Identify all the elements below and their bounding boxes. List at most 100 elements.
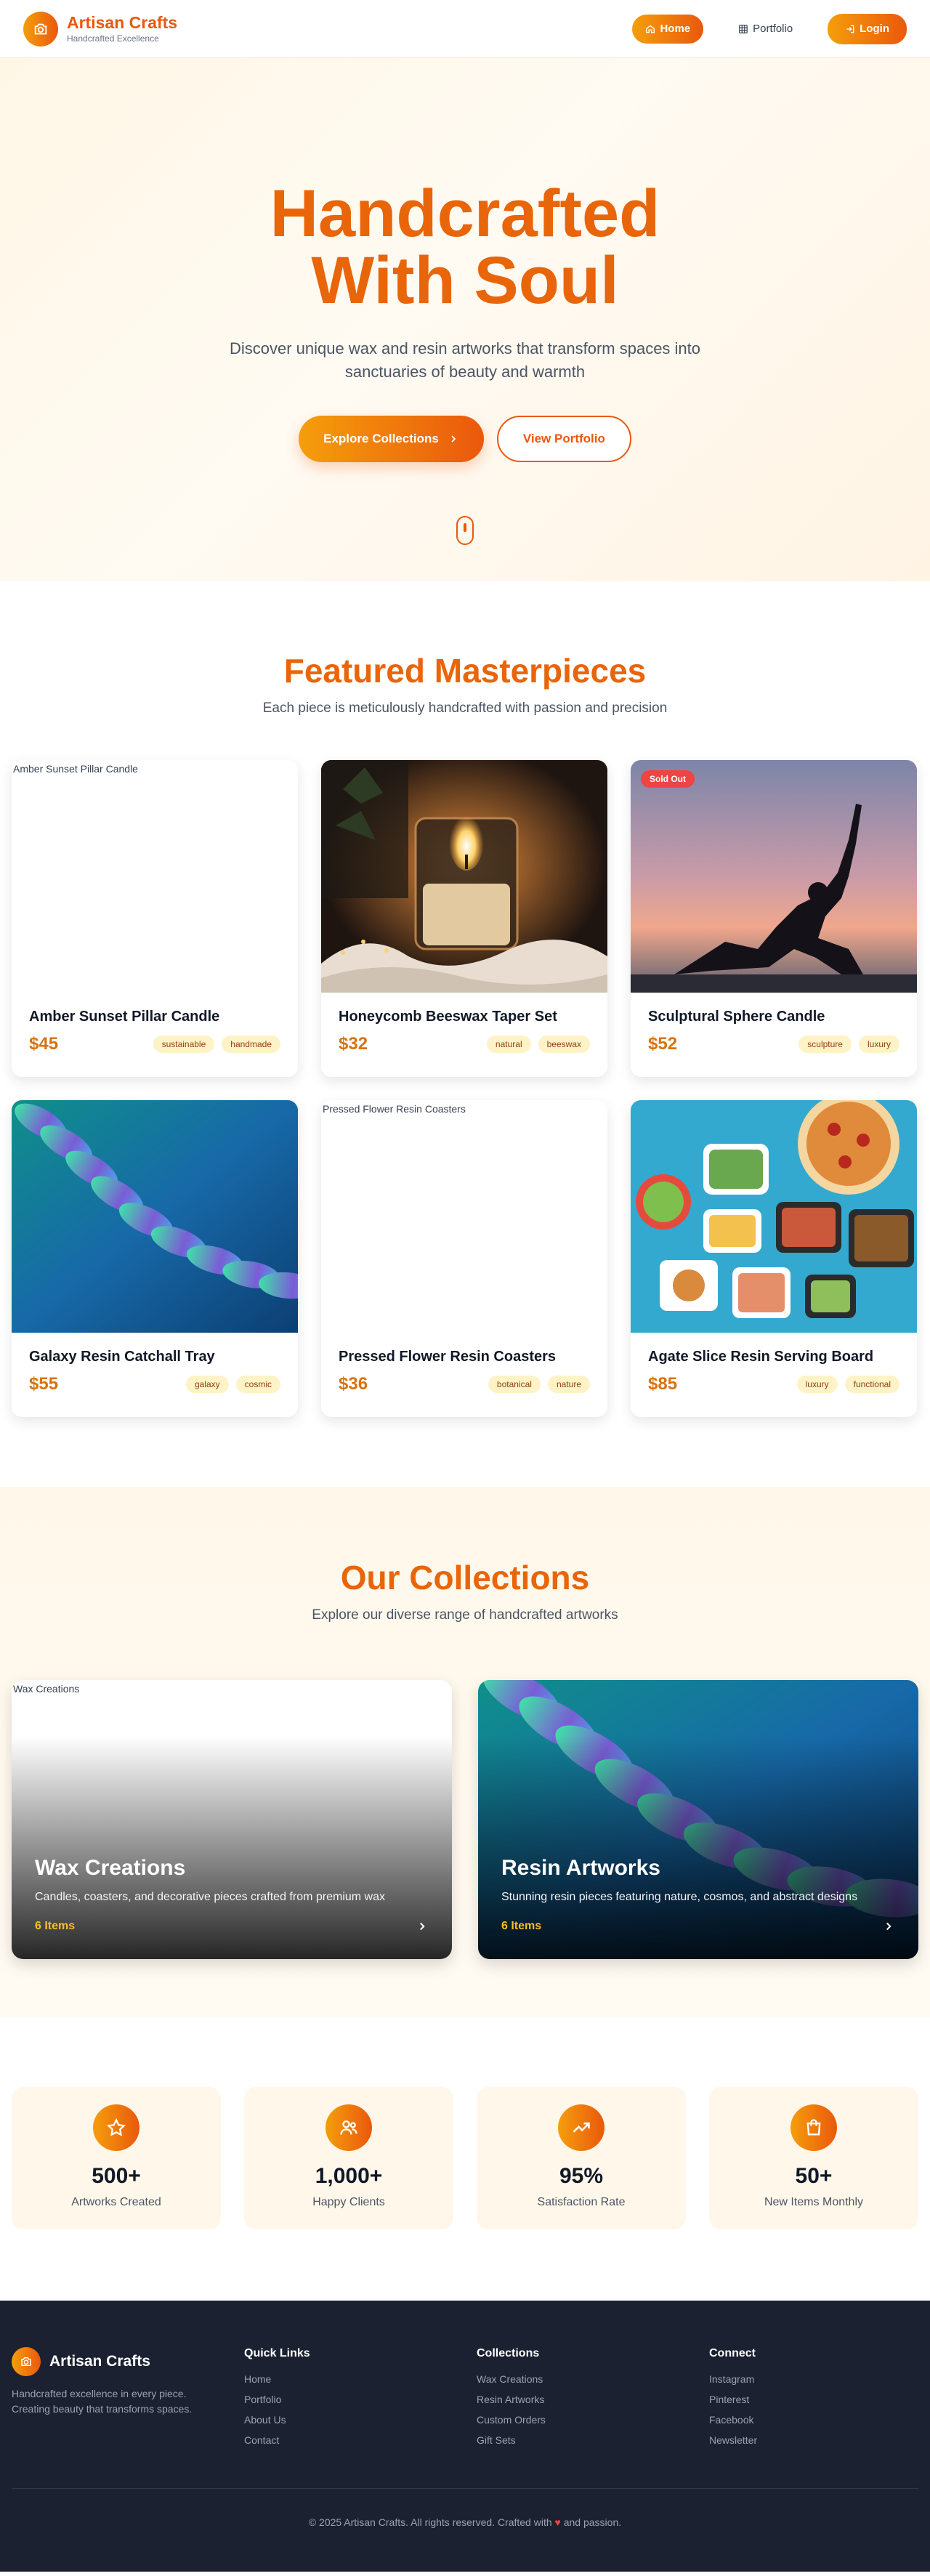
view-portfolio-button[interactable]: View Portfolio <box>496 416 631 462</box>
hero-title-line1: Handcrafted <box>270 177 660 251</box>
product-image-broken: Amber Sunset Pillar Candle <box>12 760 298 993</box>
stat-card: 500+ Artworks Created <box>12 2087 221 2229</box>
heart-icon: ♥ <box>554 2516 561 2528</box>
scroll-indicator-dot <box>464 523 466 532</box>
nav-home-button[interactable]: Home <box>632 14 704 44</box>
product-image-alt: Amber Sunset Pillar Candle <box>13 763 138 775</box>
stat-label: Artworks Created <box>71 2196 161 2208</box>
hero-title-line2: With Soul <box>311 243 619 318</box>
collection-desc: Stunning resin pieces featuring nature, … <box>501 1891 858 1903</box>
footer-link[interactable]: Gift Sets <box>477 2434 686 2446</box>
product-tag: handmade <box>222 1035 280 1053</box>
footer-link[interactable]: About Us <box>244 2414 453 2426</box>
product-title: Sculptural Sphere Candle <box>648 1009 825 1025</box>
footer-brand-name: Artisan Crafts <box>49 2353 150 2370</box>
footer-link[interactable]: Home <box>244 2373 453 2385</box>
collection-card-wax[interactable]: Wax Creations Wax Creations Candles, coa… <box>12 1680 452 1959</box>
product-price: $32 <box>339 1034 368 1054</box>
product-image-candle <box>321 760 607 993</box>
hero-subtitle: Discover unique wax and resin artworks t… <box>229 339 701 381</box>
explore-collections-button[interactable]: Explore Collections <box>299 416 484 462</box>
product-image-broken: Pressed Flower Resin Coasters <box>321 1100 607 1333</box>
product-image-food <box>631 1100 917 1333</box>
footer-link[interactable]: Contact <box>244 2434 453 2446</box>
product-card[interactable]: Amber Sunset Pillar Candle Amber Sunset … <box>12 760 298 1077</box>
nav-portfolio-label: Portfolio <box>753 23 793 35</box>
collections-title: Our Collections <box>340 1559 590 1596</box>
product-tag: natural <box>486 1035 531 1053</box>
footer-link[interactable]: Instagram <box>709 2373 918 2385</box>
collection-card-resin[interactable]: Resin Artworks Stunning resin pieces fea… <box>478 1680 918 1959</box>
product-title: Agate Slice Resin Serving Board <box>648 1349 874 1365</box>
collection-title: Resin Artworks <box>501 1856 660 1880</box>
featured-title: Featured Masterpieces <box>283 652 647 690</box>
stat-card: 95% Satisfaction Rate <box>477 2087 686 2229</box>
footer-copyright: © 2025 Artisan Crafts. All rights reserv… <box>12 2488 918 2528</box>
grid-icon <box>739 24 748 33</box>
brand[interactable]: Artisan Crafts Handcrafted Excellence <box>23 11 178 47</box>
footer-link[interactable]: Pinterest <box>709 2394 918 2405</box>
product-card[interactable]: Pressed Flower Resin Coasters Pressed Fl… <box>321 1100 607 1417</box>
stat-card: 1,000+ Happy Clients <box>244 2087 453 2229</box>
footer-link[interactable]: Portfolio <box>244 2394 453 2405</box>
explore-collections-label: Explore Collections <box>323 432 439 445</box>
login-button[interactable]: Login <box>828 13 907 44</box>
shopping-bag-icon <box>790 2104 837 2151</box>
top-navbar: Artisan Crafts Handcrafted Excellence Ho… <box>0 0 930 58</box>
featured-subtitle: Each piece is meticulously handcrafted w… <box>262 700 668 716</box>
brand-name: Artisan Crafts <box>67 12 178 32</box>
home-icon <box>646 24 655 33</box>
footer-heading: Connect <box>709 2347 756 2359</box>
collection-desc: Candles, coasters, and decorative pieces… <box>35 1891 385 1903</box>
product-card[interactable]: Galaxy Resin Catchall Tray $55 galaxy cos… <box>12 1100 298 1417</box>
copyright-text-end: and passion. <box>563 2516 622 2528</box>
footer-link[interactable]: Resin Artworks <box>477 2394 686 2405</box>
footer-heading: Quick Links <box>244 2347 310 2359</box>
footer-description: Handcrafted excellence in every piece. C… <box>12 2388 193 2415</box>
login-label: Login <box>860 23 889 35</box>
product-card[interactable]: Agate Slice Resin Serving Board $85 luxu… <box>631 1100 917 1417</box>
stat-value: 500+ <box>92 2164 141 2188</box>
sold-out-badge: Sold Out <box>641 770 695 788</box>
product-price: $85 <box>648 1374 678 1394</box>
product-tag: nature <box>547 1376 590 1393</box>
product-card[interactable]: Honeycomb Beeswax Taper Set $32 natural b… <box>321 760 607 1077</box>
product-price: $55 <box>29 1374 59 1394</box>
stat-label: Satisfaction Rate <box>537 2196 626 2208</box>
footer-link[interactable]: Facebook <box>709 2414 918 2426</box>
product-tag: beeswax <box>538 1035 590 1053</box>
product-tag: sculpture <box>798 1035 852 1053</box>
collection-count: 6 Items <box>501 1920 542 1932</box>
product-image-wave <box>12 1100 298 1333</box>
collection-count: 6 Items <box>35 1920 76 1932</box>
product-card[interactable]: Sold Out Sculptural Sphere Candle $52 sc… <box>631 760 917 1077</box>
nav-portfolio-link[interactable]: Portfolio <box>738 23 793 35</box>
product-tag: functional <box>844 1376 899 1393</box>
product-title: Pressed Flower Resin Coasters <box>339 1349 557 1365</box>
brand-tagline: Handcrafted Excellence <box>67 33 159 44</box>
login-icon <box>846 25 854 33</box>
stats-section: 500+ Artworks Created 1,000+ Happy Clien… <box>0 2017 930 2301</box>
star-icon <box>93 2104 140 2151</box>
product-tag: luxury <box>796 1376 838 1393</box>
trending-up-icon <box>558 2104 604 2151</box>
camera-icon <box>23 11 58 47</box>
product-price: $52 <box>648 1034 678 1054</box>
stat-value: 50+ <box>795 2164 833 2188</box>
hero-section: Handcrafted With Soul Discover unique wa… <box>0 58 930 581</box>
product-grid: Amber Sunset Pillar Candle Amber Sunset … <box>12 760 918 1417</box>
footer-link[interactable]: Wax Creations <box>477 2373 686 2385</box>
stat-label: Happy Clients <box>312 2196 385 2208</box>
footer-link[interactable]: Custom Orders <box>477 2414 686 2426</box>
product-image-yoga: Sold Out <box>631 760 917 993</box>
footer-link[interactable]: Newsletter <box>709 2434 918 2446</box>
stat-label: New Items Monthly <box>764 2196 864 2208</box>
product-tag: cosmic <box>235 1376 280 1393</box>
chevron-right-icon[interactable] <box>882 1920 895 1933</box>
collections-subtitle: Explore our diverse range of handcrafted… <box>312 1607 618 1623</box>
chevron-right-icon[interactable] <box>416 1920 429 1933</box>
collections-section: Our Collections Explore our diverse rang… <box>0 1487 930 2017</box>
footer-heading: Collections <box>477 2347 540 2359</box>
collection-title: Wax Creations <box>35 1856 186 1880</box>
product-tag: sustainable <box>153 1035 215 1053</box>
